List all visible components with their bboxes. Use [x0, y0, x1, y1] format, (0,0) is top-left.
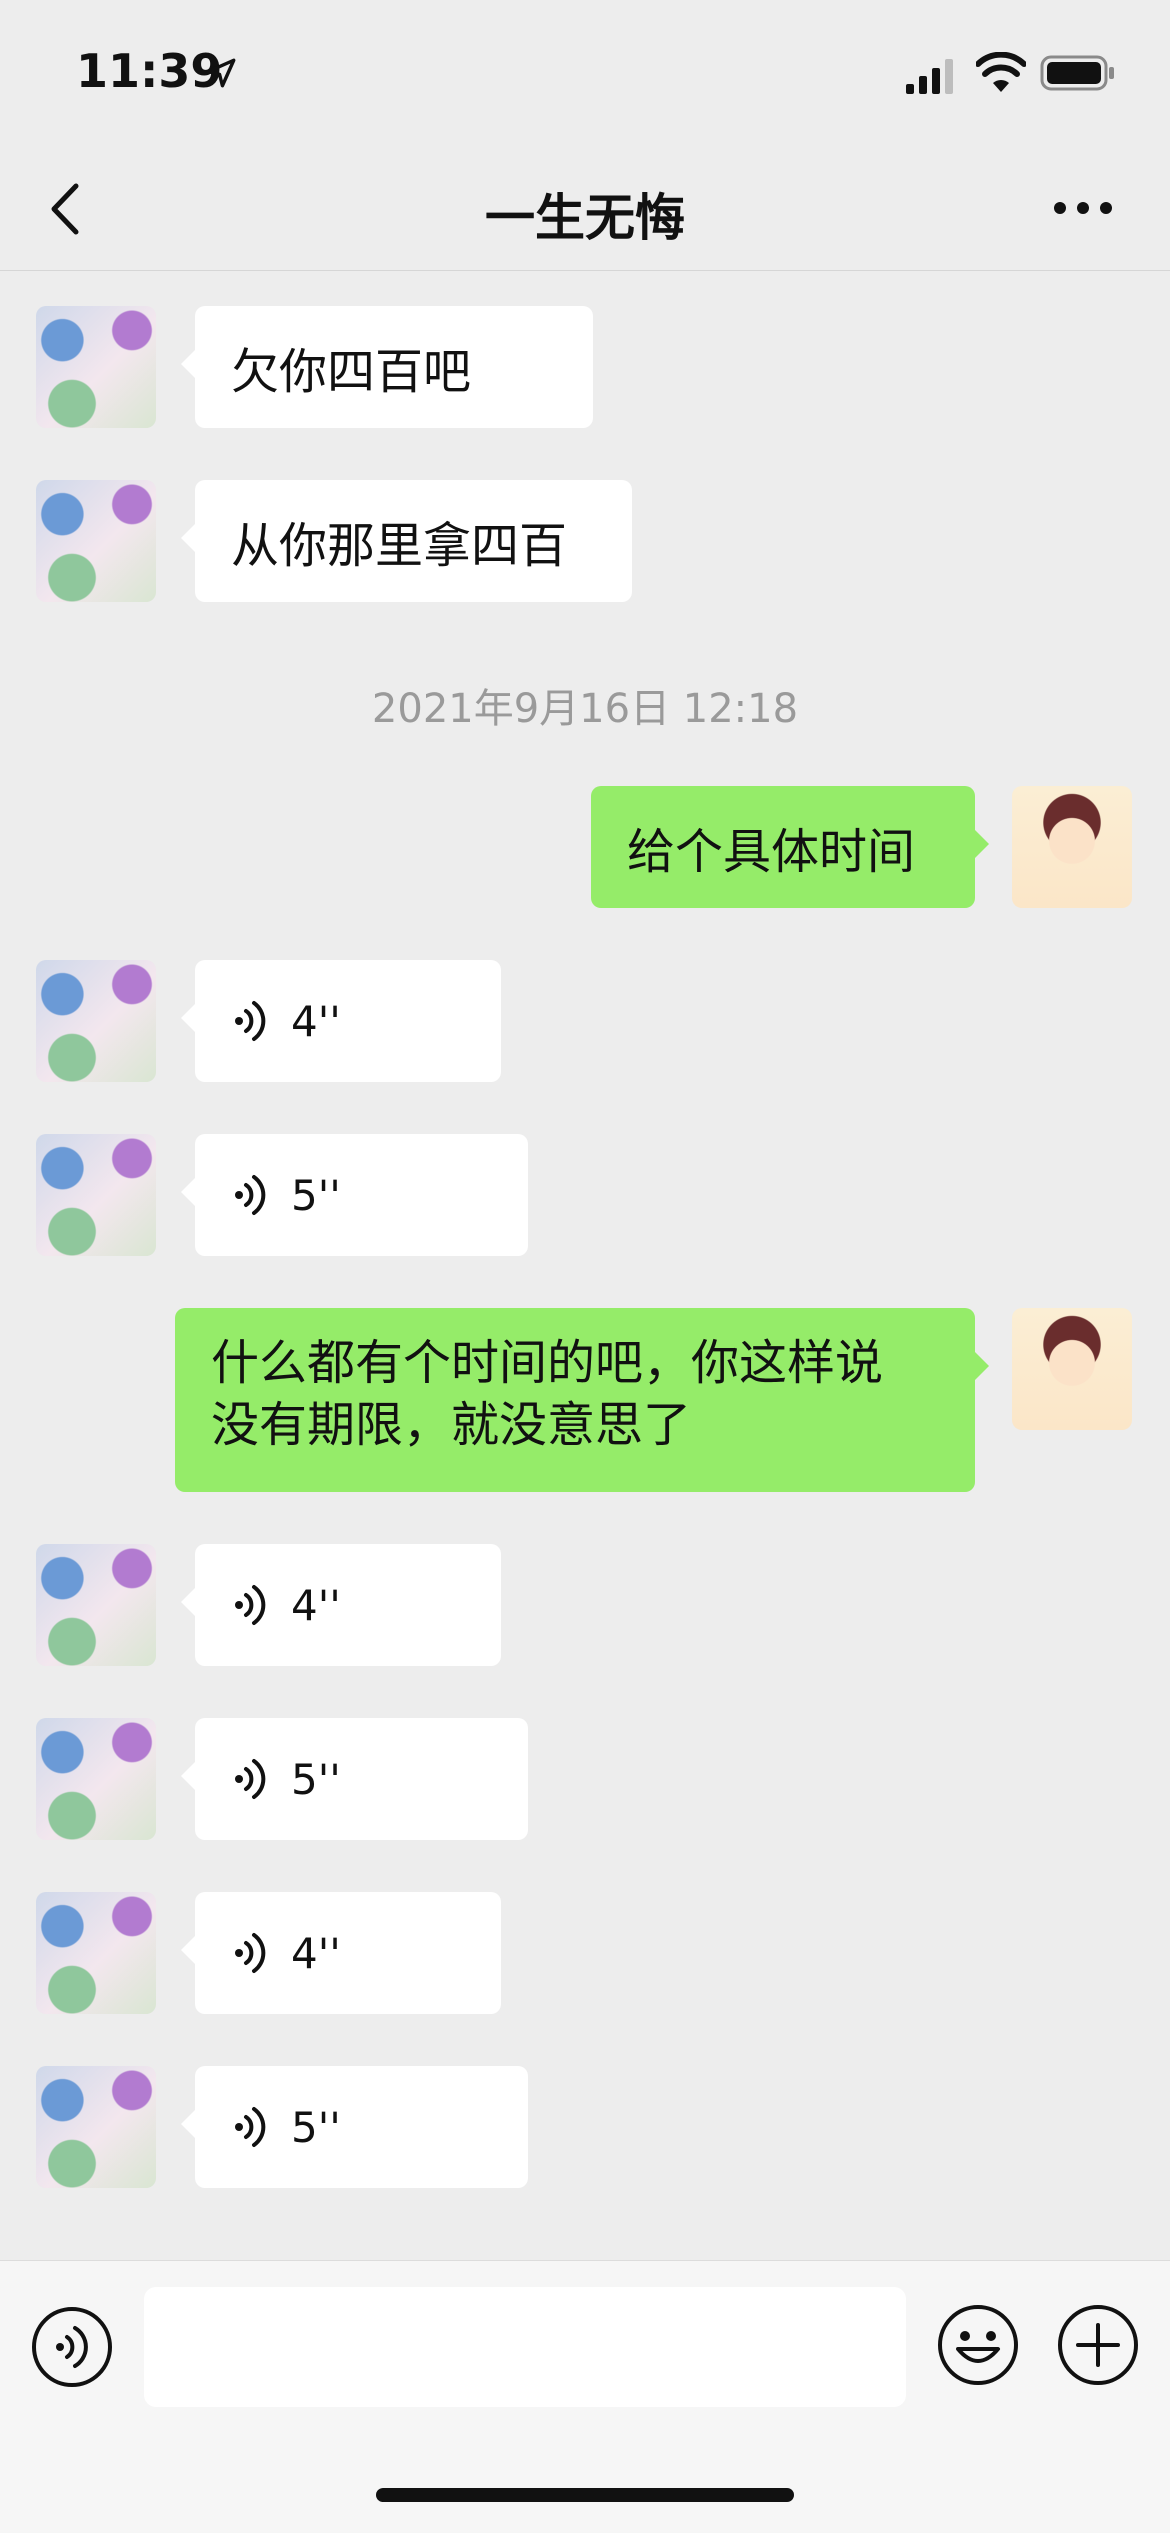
message-text: 欠你四百吧	[231, 344, 472, 400]
voice-message[interactable]: 4''	[181, 960, 501, 1082]
friend-avatar[interactable]	[36, 1544, 156, 1666]
friend-avatar[interactable]	[36, 1892, 156, 2014]
voice-input-toggle-icon[interactable]	[30, 2305, 114, 2389]
status-time: 11:39	[76, 44, 223, 98]
message-text-line: 没有期限，就没意思了	[211, 1397, 692, 1453]
voice-message[interactable]: 5''	[181, 1718, 528, 1840]
voice-duration: 4''	[291, 1928, 341, 1978]
plus-icon[interactable]	[1056, 2303, 1140, 2387]
message-timestamp: 2021年9月16日 12:18	[371, 686, 799, 732]
friend-avatar[interactable]	[36, 1718, 156, 1840]
voice-wave-icon	[235, 1175, 266, 1215]
voice-duration: 4''	[291, 996, 341, 1046]
chat-title: 一生无悔	[485, 189, 685, 247]
voice-wave-icon	[235, 1585, 266, 1625]
voice-duration: 4''	[291, 1580, 341, 1630]
voice-duration: 5''	[291, 2102, 341, 2152]
message-bubble[interactable]: 什么都有个时间的吧，你这样说 没有期限，就没意思了	[175, 1308, 989, 1492]
message-text: 给个具体时间	[627, 824, 916, 880]
friend-avatar[interactable]	[36, 480, 156, 602]
friend-avatar[interactable]	[36, 1134, 156, 1256]
status-bar: 11:39	[0, 0, 1170, 150]
my-avatar[interactable]	[1012, 1308, 1132, 1430]
voice-wave-icon	[235, 1759, 266, 1799]
message-text-line: 什么都有个时间的吧，你这样说	[211, 1335, 884, 1391]
message-bubble[interactable]: 从你那里拿四百	[181, 480, 632, 602]
voice-wave-icon	[235, 2107, 266, 2147]
voice-wave-icon	[235, 1933, 266, 1973]
message-bubble[interactable]: 给个具体时间	[591, 786, 989, 908]
chat-header: 一生无悔	[0, 150, 1170, 271]
message-text: 从你那里拿四百	[231, 518, 568, 574]
voice-message[interactable]: 4''	[181, 1892, 501, 2014]
voice-duration: 5''	[291, 1170, 341, 1220]
voice-message[interactable]: 5''	[181, 2066, 528, 2188]
friend-avatar[interactable]	[36, 960, 156, 1082]
voice-wave-icon	[235, 1001, 266, 1041]
message-input[interactable]	[144, 2287, 906, 2407]
voice-duration: 5''	[291, 1754, 341, 1804]
cellular-signal-icon	[906, 59, 953, 94]
my-avatar[interactable]	[1012, 786, 1132, 908]
emoji-icon[interactable]	[936, 2303, 1020, 2387]
voice-message[interactable]: 4''	[181, 1544, 501, 1666]
friend-avatar[interactable]	[36, 2066, 156, 2188]
home-indicator[interactable]	[376, 2488, 794, 2502]
location-arrow-icon	[206, 58, 236, 88]
more-icon[interactable]	[1052, 190, 1114, 226]
friend-avatar[interactable]	[36, 306, 156, 428]
message-bubble[interactable]: 欠你四百吧	[181, 306, 593, 428]
wifi-icon	[976, 52, 1026, 92]
voice-message[interactable]: 5''	[181, 1134, 528, 1256]
battery-icon	[1040, 55, 1114, 91]
